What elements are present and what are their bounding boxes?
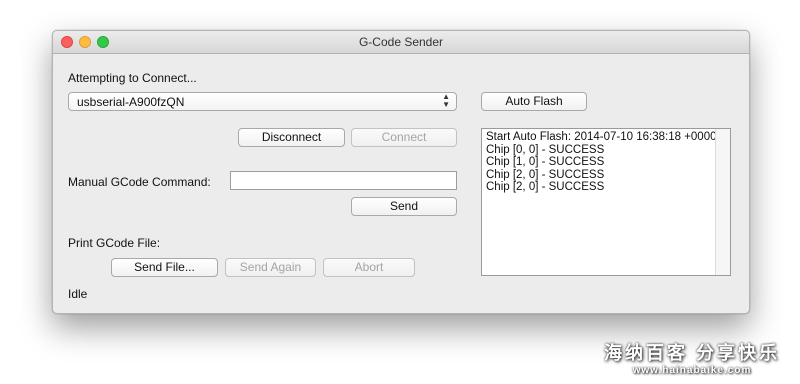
watermark-main-text: 海纳百客 分享快乐 [603, 343, 780, 363]
send-again-button[interactable]: Send Again [225, 258, 316, 277]
log-line: Chip [2, 0] - SUCCESS [486, 168, 605, 181]
log-line: Start Auto Flash: 2014-07-10 16:38:18 +0… [486, 131, 717, 143]
serial-port-value: usbserial-A900fzQN [77, 95, 185, 109]
manual-gcode-label: Manual GCode Command: [68, 175, 211, 189]
serial-port-select[interactable]: usbserial-A900fzQN ▲ ▼ [68, 92, 457, 111]
manual-gcode-input[interactable] [230, 171, 457, 190]
log-line: Chip [2, 0] - SUCCESS [486, 181, 605, 194]
log-line: Chip [1, 0] - SUCCESS [486, 156, 605, 169]
send-file-button[interactable]: Send File... [111, 258, 218, 277]
log-line: Chip [0, 0] - SUCCESS [486, 143, 605, 156]
status-text: Idle [68, 287, 88, 301]
window-title: G-Code Sender [358, 35, 444, 49]
gcode-sender-window: G-Code Sender Attempting to Connect... u… [52, 30, 750, 314]
watermark: 海纳百客 分享快乐 www.hainabaike.com [604, 339, 780, 376]
send-command-button[interactable]: Send [351, 197, 457, 216]
log-scrollbar[interactable] [715, 129, 730, 275]
connection-status-label: Attempting to Connect... [68, 71, 197, 85]
print-gcode-file-label: Print GCode File: [68, 236, 161, 250]
up-down-arrows-icon: ▲ ▼ [442, 92, 450, 109]
abort-button[interactable]: Abort [323, 258, 415, 277]
auto-flash-log[interactable]: Start Auto Flash: 2014-07-10 16:38:18 +0… [481, 128, 731, 276]
watermark-url: www.hainabaike.com [632, 365, 752, 376]
auto-flash-button[interactable]: Auto Flash [481, 92, 587, 111]
title-bar: G-Code Sender [53, 31, 749, 54]
connect-button[interactable]: Connect [351, 128, 457, 147]
disconnect-button[interactable]: Disconnect [238, 128, 345, 147]
